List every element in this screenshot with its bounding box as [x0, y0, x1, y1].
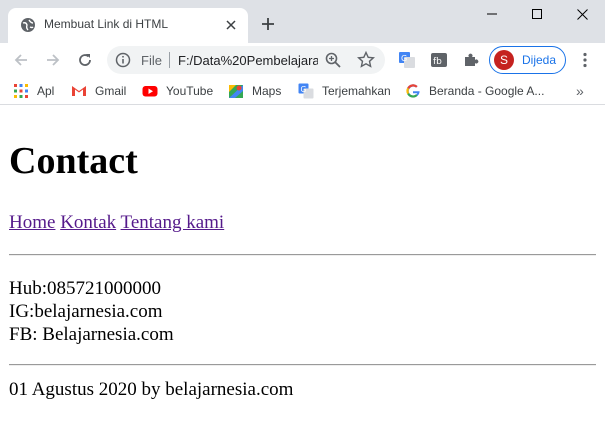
zoom-icon[interactable]	[325, 52, 341, 68]
youtube-icon	[142, 83, 158, 99]
bookmark-label: YouTube	[166, 84, 214, 98]
nav-link-tentang-kami[interactable]: Tentang kami	[121, 212, 225, 233]
translate-extension-icon[interactable]: G	[398, 51, 416, 69]
bookmark-google[interactable]: Beranda - Google A...	[405, 82, 544, 100]
maps-icon	[228, 83, 244, 99]
contact-phone: Hub:085721000000	[9, 278, 161, 299]
translate-icon: G	[298, 83, 314, 99]
bookmark-gmail[interactable]: Gmail	[71, 82, 126, 100]
bookmark-label: Apl	[37, 84, 55, 98]
browser-tab-active[interactable]: Membuat Link di HTML	[8, 8, 248, 43]
back-arrow-icon[interactable]	[8, 47, 34, 73]
bookmark-youtube[interactable]: YouTube	[142, 82, 213, 100]
tab-strip: Membuat Link di HTML	[0, 0, 605, 43]
bookmark-label: Maps	[252, 84, 282, 98]
forward-arrow-icon[interactable]	[40, 47, 66, 73]
contact-instagram: IG:belajarnesia.com	[9, 301, 163, 322]
page-footer: 01 Agustus 2020 by belajarnesia.com	[9, 379, 294, 400]
bookmark-star-icon[interactable]	[356, 50, 376, 69]
svg-text:fb: fb	[433, 57, 442, 67]
bookmarks-overflow-button[interactable]: »	[576, 83, 584, 99]
bookmark-label: Gmail	[95, 84, 127, 98]
address-separator	[169, 52, 170, 68]
bookmark-label: Terjemahkan	[322, 84, 391, 98]
svg-text:G: G	[301, 85, 307, 94]
divider-top	[9, 254, 596, 256]
url-text[interactable]: F:/Data%20Pembelajaran...	[178, 53, 318, 68]
contact-facebook: FB: Belajarnesia.com	[9, 324, 174, 345]
bookmark-apps[interactable]: Apl	[13, 82, 54, 100]
address-bar[interactable]: File F:/Data%20Pembelajaran...	[107, 46, 385, 74]
bookmark-translate[interactable]: G Terjemahkan	[298, 82, 391, 100]
google-icon	[405, 83, 421, 99]
scheme-label: File	[141, 53, 162, 68]
info-icon[interactable]	[115, 52, 131, 68]
close-window-icon[interactable]	[559, 0, 605, 28]
bookmark-label: Beranda - Google A...	[429, 84, 545, 98]
bookmark-maps[interactable]: Maps	[228, 82, 281, 100]
new-tab-icon[interactable]	[258, 14, 278, 34]
gmail-icon	[71, 83, 87, 99]
bookmarks-bar: Apl Gmail YouTube Maps G Terjemahkan Ber…	[0, 77, 605, 105]
page-viewport: Contact Home Kontak Tentang kami Hub:085…	[0, 106, 605, 429]
nav-link-kontak[interactable]: Kontak	[60, 212, 116, 233]
minimize-icon[interactable]	[469, 0, 515, 28]
profile-button[interactable]: S Dijeda	[489, 46, 566, 74]
nav-link-home[interactable]: Home	[9, 212, 55, 233]
browser-toolbar: File F:/Data%20Pembelajaran... G fb S Di…	[0, 43, 605, 77]
tab-title: Membuat Link di HTML	[44, 17, 169, 31]
avatar: S	[494, 50, 514, 70]
svg-text:G: G	[401, 54, 407, 63]
extension-fb-icon[interactable]: fb	[430, 51, 448, 69]
kebab-menu-icon[interactable]	[576, 51, 594, 69]
apps-grid-icon	[13, 83, 29, 99]
page-nav: Home Kontak Tentang kami	[9, 212, 224, 234]
puzzle-extensions-icon[interactable]	[462, 51, 480, 69]
maximize-icon[interactable]	[514, 0, 560, 28]
profile-name: Dijeda	[522, 53, 557, 67]
divider-bottom	[9, 364, 596, 366]
contact-info: Hub:085721000000 IG:belajarnesia.com FB:…	[9, 277, 174, 346]
close-tab-icon[interactable]	[222, 16, 240, 34]
reload-icon[interactable]	[72, 47, 98, 73]
globe-icon	[20, 17, 36, 33]
page-title: Contact	[9, 140, 138, 182]
